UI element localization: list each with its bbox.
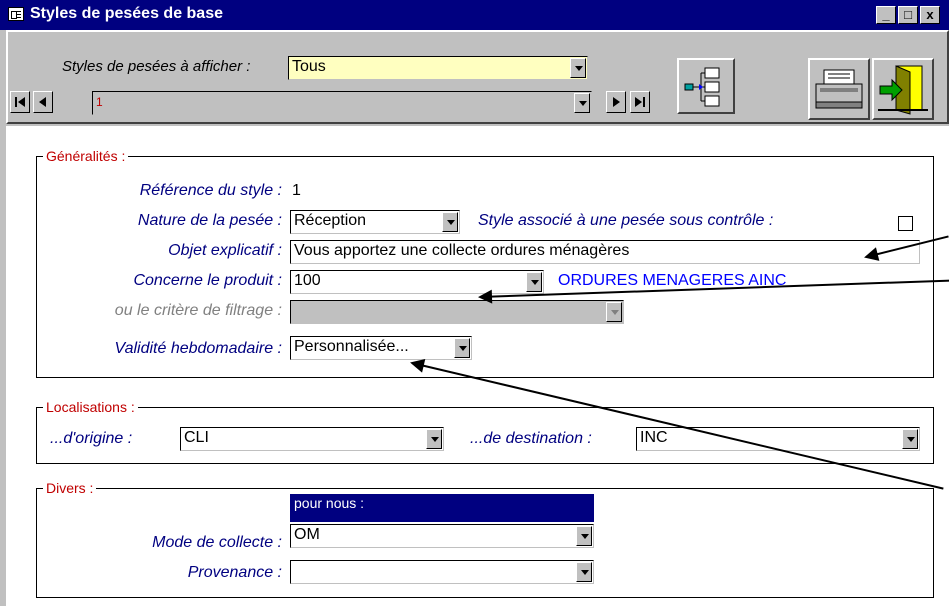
chevron-down-icon[interactable] xyxy=(526,272,542,292)
collecte-label: Mode de collecte : xyxy=(152,534,282,551)
last-record-icon xyxy=(635,97,645,107)
previous-record-icon xyxy=(39,97,46,107)
structure-button[interactable] xyxy=(677,58,735,114)
filtrage-label: ou le critère de filtrage : xyxy=(114,302,282,319)
styles-pesees-window: Styles de pesées de base _ □ x Styles de… xyxy=(0,0,949,606)
chevron-down-icon[interactable] xyxy=(576,526,592,546)
destination-value: INC xyxy=(640,429,668,446)
record-combo[interactable]: 1 xyxy=(92,91,592,115)
exit-door-icon xyxy=(878,65,928,115)
nature-label: Nature de la pesée : xyxy=(137,212,282,229)
chevron-down-icon[interactable] xyxy=(576,562,592,582)
validite-label: Validité hebdomadaire : xyxy=(114,340,282,357)
produit-combo[interactable]: 100 xyxy=(290,270,544,294)
controle-checkbox[interactable] xyxy=(898,216,913,231)
print-button[interactable] xyxy=(808,58,870,120)
produit-label: Concerne le produit : xyxy=(133,272,282,289)
origine-value: CLI xyxy=(184,429,209,446)
divers-title: Divers : xyxy=(43,480,97,496)
generalites-title: Généralités : xyxy=(43,148,129,164)
provenance-combo[interactable] xyxy=(290,560,594,584)
chevron-down-icon[interactable] xyxy=(574,93,590,113)
chevron-down-icon[interactable] xyxy=(902,429,918,449)
printer-icon xyxy=(815,69,863,109)
destination-label: ...de destination : xyxy=(470,430,592,447)
produit-value: 100 xyxy=(294,272,321,289)
objet-input[interactable]: Vous apportez une collecte ordures ménag… xyxy=(290,240,920,264)
minimize-button[interactable]: _ xyxy=(876,6,896,24)
filter-value: Tous xyxy=(292,58,326,75)
validite-value: Personnalisée... xyxy=(294,338,409,355)
origine-label: ...d'origine : xyxy=(50,430,133,447)
collecte-header: pour nous : xyxy=(290,494,594,522)
form-icon xyxy=(8,7,24,21)
exit-button[interactable] xyxy=(872,58,934,120)
nature-combo[interactable]: Réception xyxy=(290,210,460,234)
ref-value: 1 xyxy=(292,182,301,199)
maximize-button[interactable]: □ xyxy=(898,6,918,24)
filtrage-combo xyxy=(290,300,624,324)
first-record-button[interactable] xyxy=(10,91,30,113)
previous-record-button[interactable] xyxy=(33,91,53,113)
destination-combo[interactable]: INC xyxy=(636,427,920,451)
filter-combo[interactable]: Tous xyxy=(288,56,588,80)
chevron-down-icon[interactable] xyxy=(442,212,458,232)
maximize-icon: □ xyxy=(904,7,912,22)
localisations-title: Localisations : xyxy=(43,399,138,415)
provenance-label: Provenance : xyxy=(187,564,282,581)
origine-combo[interactable]: CLI xyxy=(180,427,444,451)
last-record-button[interactable] xyxy=(630,91,650,113)
filter-label: Styles de pesées à afficher : xyxy=(62,58,251,75)
chevron-down-icon[interactable] xyxy=(570,58,586,78)
ref-label: Référence du style : xyxy=(139,182,282,199)
controle-label: Style associé à une pesée sous contrôle … xyxy=(478,212,774,229)
title-bar: Styles de pesées de base _ □ x xyxy=(0,0,949,30)
collecte-value: OM xyxy=(294,526,320,543)
close-button[interactable]: x xyxy=(920,6,940,24)
chevron-down-icon[interactable] xyxy=(426,429,442,449)
collecte-combo[interactable]: OM xyxy=(290,524,594,548)
objet-label: Objet explicatif : xyxy=(168,242,282,259)
chevron-down-icon xyxy=(606,302,622,322)
tree-structure-icon xyxy=(684,67,720,107)
window-title: Styles de pesées de base xyxy=(30,5,223,22)
next-record-button[interactable] xyxy=(606,91,626,113)
next-record-icon xyxy=(613,97,620,107)
close-icon: x xyxy=(926,7,934,22)
minimize-icon: _ xyxy=(882,7,890,22)
nature-value: Réception xyxy=(294,212,367,229)
chevron-down-icon[interactable] xyxy=(454,338,470,358)
record-value: 1 xyxy=(96,95,103,109)
first-record-icon xyxy=(15,97,25,107)
objet-value: Vous apportez une collecte ordures ménag… xyxy=(294,242,630,259)
validite-combo[interactable]: Personnalisée... xyxy=(290,336,472,360)
